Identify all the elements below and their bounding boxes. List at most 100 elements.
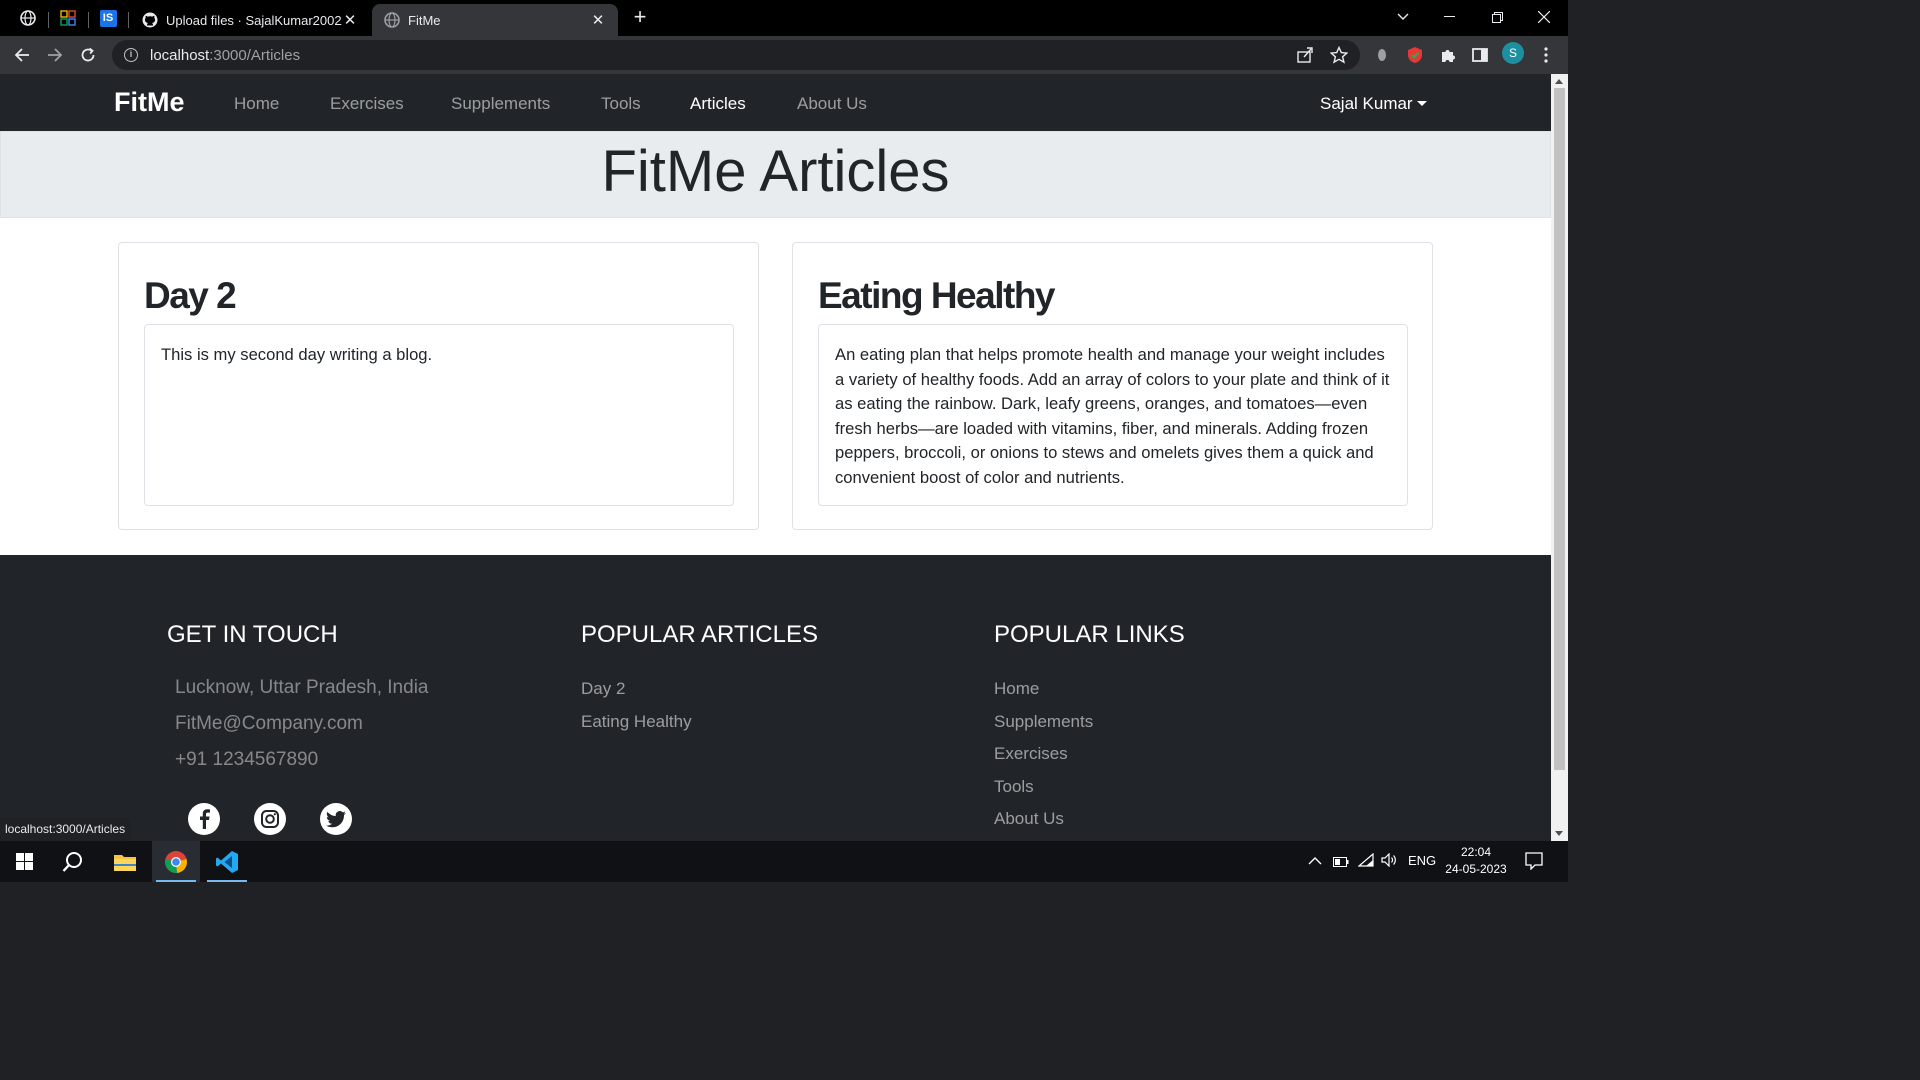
link-status-bubble: localhost:3000/Articles <box>0 818 131 842</box>
article-card: Eating Healthy An eating plan that helps… <box>792 242 1433 530</box>
forward-button[interactable] <box>41 41 69 69</box>
search-button[interactable] <box>49 841 97 882</box>
site-navbar: FitMe Home Exercises Supplements Tools A… <box>0 74 1551 131</box>
user-name: Sajal Kumar <box>1320 94 1413 113</box>
browser-menu-button[interactable] <box>1535 44 1557 66</box>
restore-icon <box>1491 11 1503 23</box>
address-host: localhost <box>150 46 210 64</box>
extension-button[interactable] <box>1371 44 1393 66</box>
scroll-down-icon[interactable] <box>1555 831 1563 836</box>
is-app-icon: IS <box>99 9 117 27</box>
address-bar[interactable]: i localhost:3000/Articles <box>112 40 1360 70</box>
notifications-button[interactable] <box>1525 852 1543 873</box>
search-icon <box>62 851 82 872</box>
side-panel-button[interactable] <box>1469 44 1491 66</box>
pinned-tab[interactable] <box>10 4 46 32</box>
start-button[interactable] <box>0 841 48 882</box>
back-button[interactable] <box>8 41 36 69</box>
scroll-up-icon[interactable] <box>1555 79 1563 84</box>
chrome-icon <box>165 850 187 873</box>
arrow-left-icon <box>14 48 29 62</box>
tab-fitme[interactable]: FitMe ✕ <box>372 4 618 36</box>
speaker-icon <box>1381 852 1396 868</box>
footer-article-link[interactable]: Eating Healthy <box>581 712 692 732</box>
close-icon[interactable]: ✕ <box>342 11 358 29</box>
notification-icon <box>1525 852 1543 871</box>
nav-about-us[interactable]: About Us <box>797 94 867 114</box>
extensions-menu-button[interactable] <box>1437 44 1459 66</box>
nav-exercises[interactable]: Exercises <box>330 94 404 114</box>
vscode-button[interactable] <box>203 841 251 882</box>
vscode-icon <box>216 850 238 873</box>
instagram-link[interactable] <box>254 803 286 835</box>
footer-link-about-us[interactable]: About Us <box>994 809 1064 829</box>
nav-articles[interactable]: Articles <box>690 94 746 114</box>
footer-address: Lucknow, Uttar Pradesh, India <box>175 677 429 698</box>
battery-button[interactable] <box>1333 855 1349 870</box>
restore-button[interactable] <box>1474 0 1520 34</box>
browser-tab-strip: IS Upload files · SajalKumar2002/Fit ✕ F… <box>0 0 1568 36</box>
minimize-button[interactable] <box>1426 0 1472 34</box>
footer-link-home[interactable]: Home <box>994 679 1039 699</box>
tab-separator <box>48 12 49 28</box>
close-icon[interactable]: ✕ <box>590 11 606 29</box>
article-body: An eating plan that helps promote health… <box>818 324 1408 506</box>
pinned-tab[interactable] <box>50 4 86 32</box>
tray-overflow-button[interactable] <box>1308 854 1322 869</box>
folder-icon <box>114 854 136 871</box>
close-window-button[interactable] <box>1521 0 1567 34</box>
twitter-link[interactable] <box>320 803 352 835</box>
shield-icon <box>1408 47 1422 63</box>
arrow-right-icon <box>48 48 63 62</box>
nav-home[interactable]: Home <box>234 94 279 114</box>
star-icon[interactable] <box>1329 45 1349 68</box>
article-title: Day 2 <box>144 275 237 316</box>
article-card: Day 2 This is my second day writing a bl… <box>118 242 759 530</box>
site-footer: GET IN TOUCH Lucknow, Uttar Pradesh, Ind… <box>0 555 1551 841</box>
footer-link-tools[interactable]: Tools <box>994 777 1034 797</box>
network-button[interactable] <box>1357 852 1374 870</box>
scrollbar-thumb[interactable] <box>1554 88 1565 770</box>
nav-supplements[interactable]: Supplements <box>451 94 550 114</box>
tab-search-button[interactable] <box>1380 0 1426 34</box>
language-indicator[interactable]: ENG <box>1408 853 1436 868</box>
reload-icon <box>81 47 95 62</box>
pinned-tab[interactable]: IS <box>90 4 126 32</box>
footer-email: FitMe@Company.com <box>175 713 363 734</box>
browser-toolbar: i localhost:3000/Articles <box>0 36 1568 74</box>
article-title: Eating Healthy <box>818 275 1056 316</box>
footer-link-supplements[interactable]: Supplements <box>994 712 1093 732</box>
wifi-icon <box>1357 852 1374 867</box>
clock-date: 24-05-2023 <box>1445 862 1507 876</box>
chevron-up-icon <box>1308 857 1322 865</box>
site-info-icon[interactable]: i <box>124 48 138 62</box>
extension-button[interactable] <box>1404 44 1426 66</box>
battery-icon <box>1333 857 1349 867</box>
minimize-icon <box>1443 16 1455 17</box>
nav-tools[interactable]: Tools <box>601 94 641 114</box>
footer-link-exercises[interactable]: Exercises <box>994 744 1068 764</box>
page-scrollbar[interactable] <box>1551 74 1568 841</box>
clock-time: 22:04 <box>1460 845 1492 859</box>
facebook-icon <box>200 809 210 829</box>
footer-contact-heading: GET IN TOUCH <box>167 621 338 648</box>
chrome-button[interactable] <box>152 841 200 882</box>
site-brand[interactable]: FitMe <box>114 87 185 118</box>
page-header: FitMe Articles <box>0 131 1551 218</box>
facebook-link[interactable] <box>188 803 220 835</box>
footer-links-heading: POPULAR LINKS <box>994 621 1185 648</box>
close-icon <box>1538 11 1550 23</box>
footer-article-link[interactable]: Day 2 <box>581 679 625 699</box>
user-dropdown[interactable]: Sajal Kumar <box>1320 94 1427 114</box>
new-tab-button[interactable]: + <box>628 6 652 30</box>
file-explorer-button[interactable] <box>101 841 149 882</box>
twitter-icon <box>326 810 346 827</box>
reload-button[interactable] <box>74 41 102 69</box>
share-icon[interactable] <box>1296 46 1314 68</box>
system-clock[interactable]: 22:04 24-05-2023 <box>1444 844 1508 878</box>
tab-title: FitMe <box>408 12 441 28</box>
tab-upload-files[interactable]: Upload files · SajalKumar2002/Fit ✕ <box>130 4 370 36</box>
article-body: This is my second day writing a blog. <box>144 324 734 506</box>
volume-button[interactable] <box>1381 852 1397 870</box>
profile-avatar[interactable]: S <box>1502 42 1524 64</box>
